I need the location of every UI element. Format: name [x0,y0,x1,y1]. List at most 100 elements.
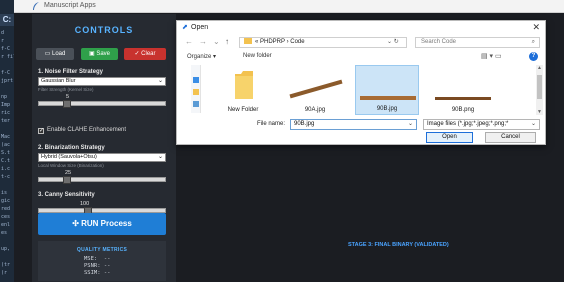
quick-access-icon[interactable] [193,77,199,83]
image-thumbnail [360,96,416,100]
code-line: Mac [1,134,11,140]
address-bar[interactable]: « PHDPRP › Code [239,37,407,48]
code-editor-strip: C: dr f-C r fil f-C jprt np Imp ric ter Mac (ac S.t… [0,0,14,282]
dialog-command-bar: Organize ▾ New folder ▤ ▾ ▭ ? [177,51,545,63]
controls-sidebar: CONTROLS ▭ Load ▣ Save ✓ Clear 1. Noise … [32,14,176,282]
image-thumbnail [435,97,491,100]
code-line: i.c [1,166,11,172]
open-dialog-icon: ⬈ [182,24,188,31]
code-line: C.t [1,158,11,164]
scroll-up-icon[interactable]: ▲ [536,65,543,71]
file-item[interactable]: 90A.jpg [283,65,347,115]
file-name: New Folder [227,107,259,113]
canny-heading: 3. Canny Sensitivity [38,192,95,198]
clear-button-label: Clear [141,51,156,57]
stage-label: STAGE 3: FINAL BINARY (VALIDATED) [348,242,449,248]
code-line: d [1,30,5,36]
controls-heading: CONTROLS [74,25,134,35]
file-name: 90B.png [451,107,475,113]
code-line: Imp [1,102,11,108]
code-line: enl [1,222,11,228]
scroll-thumb[interactable] [537,75,542,99]
up-arrow-icon[interactable]: ↑ [225,37,229,46]
search-input[interactable]: Search Code ⌕ [415,37,540,48]
folder-icon[interactable] [193,89,199,95]
new-folder-button[interactable]: New folder [243,53,272,59]
code-line: S.t [1,150,11,156]
code-line: ter [1,118,11,124]
file-name-label: File name: [257,121,286,127]
editor-tab[interactable]: C: [0,14,14,26]
file-type-select[interactable]: Image files (*.jpg;*.jpeg;*.png;* ⌄ [423,119,540,130]
mse-value: MSE: -- [84,256,111,262]
code-line: (ac [1,142,11,148]
load-button[interactable]: ▭ Load [36,48,74,60]
file-name-row: File name: 90B.jpg ⌄ Image files (*.jpg;… [177,119,545,131]
binarization-heading: 2. Binarization Strategy [38,145,105,151]
recent-chevron-icon[interactable]: ⌄ [213,37,220,46]
code-line: (r [1,270,8,276]
file-name: 90A.jpg [304,107,326,113]
code-line: red [1,206,11,212]
navigation-pane[interactable] [191,65,201,113]
file-item[interactable]: New Folder [211,65,275,115]
code-line: is [1,190,8,196]
binarization-value: Hybrid (Sauvola+Otsu) [41,154,97,160]
chevron-down-icon[interactable]: ⌄ [408,120,413,129]
file-list: New Folder 90A.jpg 90B.jpg 90B.png [209,65,535,115]
code-line: r fil [1,54,14,60]
checkbox-icon[interactable] [38,127,44,134]
run-process-button[interactable]: ✣ RUN Process [38,213,166,235]
close-icon[interactable]: ✕ [532,22,540,33]
code-line: es [1,230,8,236]
file-name-value: 90B.jpg [294,121,315,127]
save-button-label: Save [96,51,111,57]
window-size-slider[interactable] [38,176,166,184]
slider-thumb[interactable] [63,100,71,108]
image-thumbnail [289,79,343,99]
clear-button[interactable]: ✓ Clear [124,48,166,60]
dialog-navbar: ← → ⌄ ↑ « PHDPRP › Code ⌄ ↻ Search Code … [177,36,545,50]
back-arrow-icon[interactable]: ← [185,37,193,46]
noise-filter-select[interactable]: Gaussian Blur ⌄ [38,77,166,86]
folder-icon: ▭ [44,51,52,57]
app-feather-icon [33,2,39,10]
noise-filter-hint: Filter Strength (Kernel Size) [38,87,94,92]
code-line: r [1,38,5,44]
code-line: f-C [1,70,11,76]
file-type-value: Image files (*.jpg;*.jpeg;*.png;* [427,121,509,127]
noise-filter-heading: 1. Noise Filter Strategy [38,69,104,75]
ssim-value: SSIM: -- [84,270,111,276]
noise-strength-slider[interactable] [38,100,166,108]
file-item[interactable]: 90B.png [431,65,495,115]
organize-menu[interactable]: Organize ▾ [187,53,216,60]
open-file-dialog: ⬈ Open ✕ ← → ⌄ ↑ « PHDPRP › Code ⌄ ↻ Sea… [176,20,546,145]
file-name-input[interactable]: 90B.jpg ⌄ [290,119,417,130]
binarization-select[interactable]: Hybrid (Sauvola+Otsu) ⌄ [38,153,166,162]
folder-icon [244,38,252,45]
code-line: np [1,94,8,100]
code-line: ces [1,214,11,220]
search-placeholder: Search Code [421,39,457,45]
clahe-label: Enable CLAHE Enhancement [47,127,127,133]
cancel-button[interactable]: Cancel [485,132,536,143]
file-list-scrollbar[interactable]: ▲ ▼ [536,65,543,115]
help-icon[interactable]: ? [529,52,538,61]
refresh-icon[interactable]: ⌄ ↻ [387,38,399,45]
view-options-icon[interactable]: ▤ ▾ ▭ [481,52,502,60]
quality-metrics-title: QUALITY METRICS [76,247,128,253]
save-button[interactable]: ▣ Save [81,48,118,60]
chevron-down-icon[interactable]: ⌄ [530,120,536,129]
slider-thumb[interactable] [63,176,71,184]
noise-filter-value: Gaussian Blur [41,78,76,84]
drive-icon[interactable] [193,101,199,107]
load-button-label: Load [51,51,66,57]
sparkle-icon: ✣ [72,219,82,228]
code-line: t-c [1,174,11,180]
forward-arrow-icon[interactable]: → [199,37,207,46]
open-button[interactable]: Open [426,132,473,143]
scroll-down-icon[interactable]: ▼ [536,109,543,115]
file-item-selected[interactable]: 90B.jpg [355,65,419,115]
run-process-label: RUN Process [81,219,132,228]
dialog-title: Open [191,24,209,31]
